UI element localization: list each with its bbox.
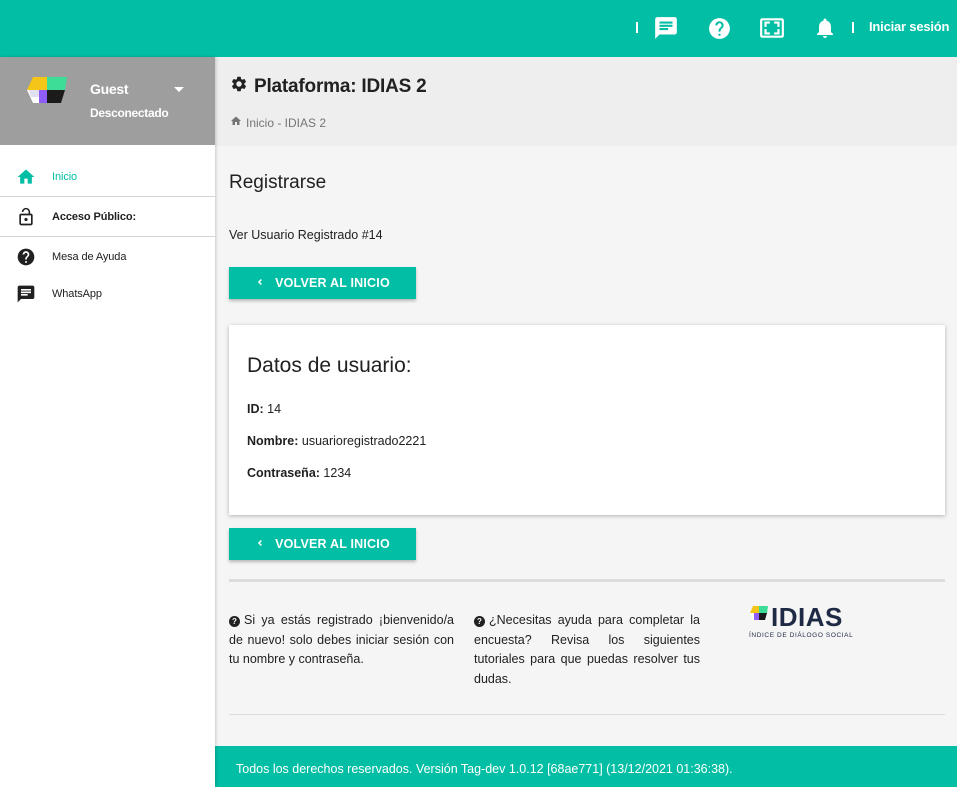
breadcrumb: Inicio - IDIAS 2 — [230, 115, 326, 130]
user-status: Desconectado — [90, 106, 169, 120]
chat-icon[interactable] — [652, 14, 680, 42]
home-icon — [230, 115, 242, 130]
user-id-label: ID: — [247, 402, 264, 416]
app-logo — [27, 77, 67, 103]
sidebar-item-inicio[interactable]: Inicio — [0, 157, 215, 196]
top-bar: Iniciar sesión — [0, 0, 957, 57]
divider — [229, 714, 945, 715]
user-password-label: Contraseña: — [247, 466, 320, 480]
brand-name: IDIAS — [771, 602, 843, 632]
info-help: ? ¿Necesitas ayuda para completar la encu… — [474, 611, 700, 689]
topbar-separator — [636, 22, 638, 33]
button-label: VOLVER AL INICIO — [275, 537, 390, 551]
subtitle: Ver Usuario Registrado #14 — [229, 228, 383, 242]
user-password-value: 1234 — [323, 466, 352, 480]
notifications-icon[interactable] — [811, 14, 839, 42]
home-icon — [16, 167, 36, 187]
section-title: Registrarse — [229, 172, 327, 193]
sidebar-item-acceso-publico[interactable]: Acceso Público: — [0, 197, 215, 236]
question-circle-icon: ? — [229, 616, 240, 627]
gear-icon — [230, 75, 248, 99]
topbar-separator — [852, 22, 854, 33]
question-circle-icon: ? — [474, 616, 485, 627]
help-icon — [16, 247, 36, 267]
card-title: Datos de usuario: — [247, 354, 412, 377]
lock-open-icon — [16, 207, 36, 227]
sidebar-item-label: Inicio — [52, 170, 78, 183]
back-to-home-button[interactable]: VOLVER AL INICIO — [229, 528, 416, 560]
page-title-text: Plataforma: IDIAS 2 — [254, 76, 427, 97]
info-text: Si ya estás registrado ¡bienvenido/a de … — [229, 613, 454, 666]
sidebar-item-label: Mesa de Ayuda — [52, 250, 127, 263]
button-label: VOLVER AL INICIO — [275, 276, 390, 290]
user-id-row: ID: 14 — [247, 402, 281, 416]
info-returning-user: ? Si ya estás registrado ¡bienvenido/a de… — [229, 611, 454, 670]
main-content: Registrarse Ver Usuario Registrado #14 V… — [215, 146, 957, 746]
fullscreen-icon[interactable] — [758, 14, 786, 42]
user-id-value: 14 — [267, 402, 282, 416]
chat-icon — [16, 284, 36, 304]
idias-logo-mark — [750, 606, 768, 620]
footer-text: Todos los derechos reservados. Versión T… — [236, 762, 733, 776]
divider — [229, 579, 945, 582]
sidebar-item-label: WhatsApp — [52, 287, 102, 300]
help-icon[interactable] — [705, 14, 733, 42]
user-menu-caret-icon[interactable] — [174, 87, 184, 92]
sidebar-item-label: Acceso Público: — [52, 210, 137, 223]
user-name-row: Nombre: usuarioregistrado2221 — [247, 434, 426, 448]
sidebar-item-whatsapp[interactable]: WhatsApp — [0, 274, 215, 313]
info-text: ¿Necesitas ayuda para completar la encue… — [474, 613, 700, 686]
user-name-value: usuarioregistrado2221 — [301, 434, 427, 448]
chevron-left-icon — [255, 276, 265, 290]
chevron-left-icon — [255, 537, 265, 551]
user-name-label: Nombre: — [247, 434, 299, 448]
idias-logo: IDIAS ÍNDICE DE DIÁLOGO SOCIAL — [749, 602, 869, 645]
user-name: Guest — [90, 81, 129, 97]
back-to-home-button[interactable]: VOLVER AL INICIO — [229, 267, 416, 299]
page-title: Plataforma: IDIAS 2 — [230, 75, 427, 99]
sidebar: Guest Desconectado Inicio Acceso Público… — [0, 57, 215, 787]
user-data-card: Datos de usuario: ID: 14 Nombre: usuario… — [229, 325, 945, 515]
login-link[interactable]: Iniciar sesión — [869, 19, 949, 34]
brand-tagline: ÍNDICE DE DIÁLOGO SOCIAL — [749, 632, 854, 639]
page-header: Plataforma: IDIAS 2 Inicio - IDIAS 2 — [215, 57, 957, 146]
footer: Todos los derechos reservados. Versión T… — [215, 746, 957, 787]
user-password-row: Contraseña: 1234 — [247, 466, 351, 480]
breadcrumb-link[interactable]: Inicio - IDIAS 2 — [246, 116, 326, 130]
user-panel: Guest Desconectado — [0, 57, 215, 145]
sidebar-item-mesa-de-ayuda[interactable]: Mesa de Ayuda — [0, 237, 215, 276]
